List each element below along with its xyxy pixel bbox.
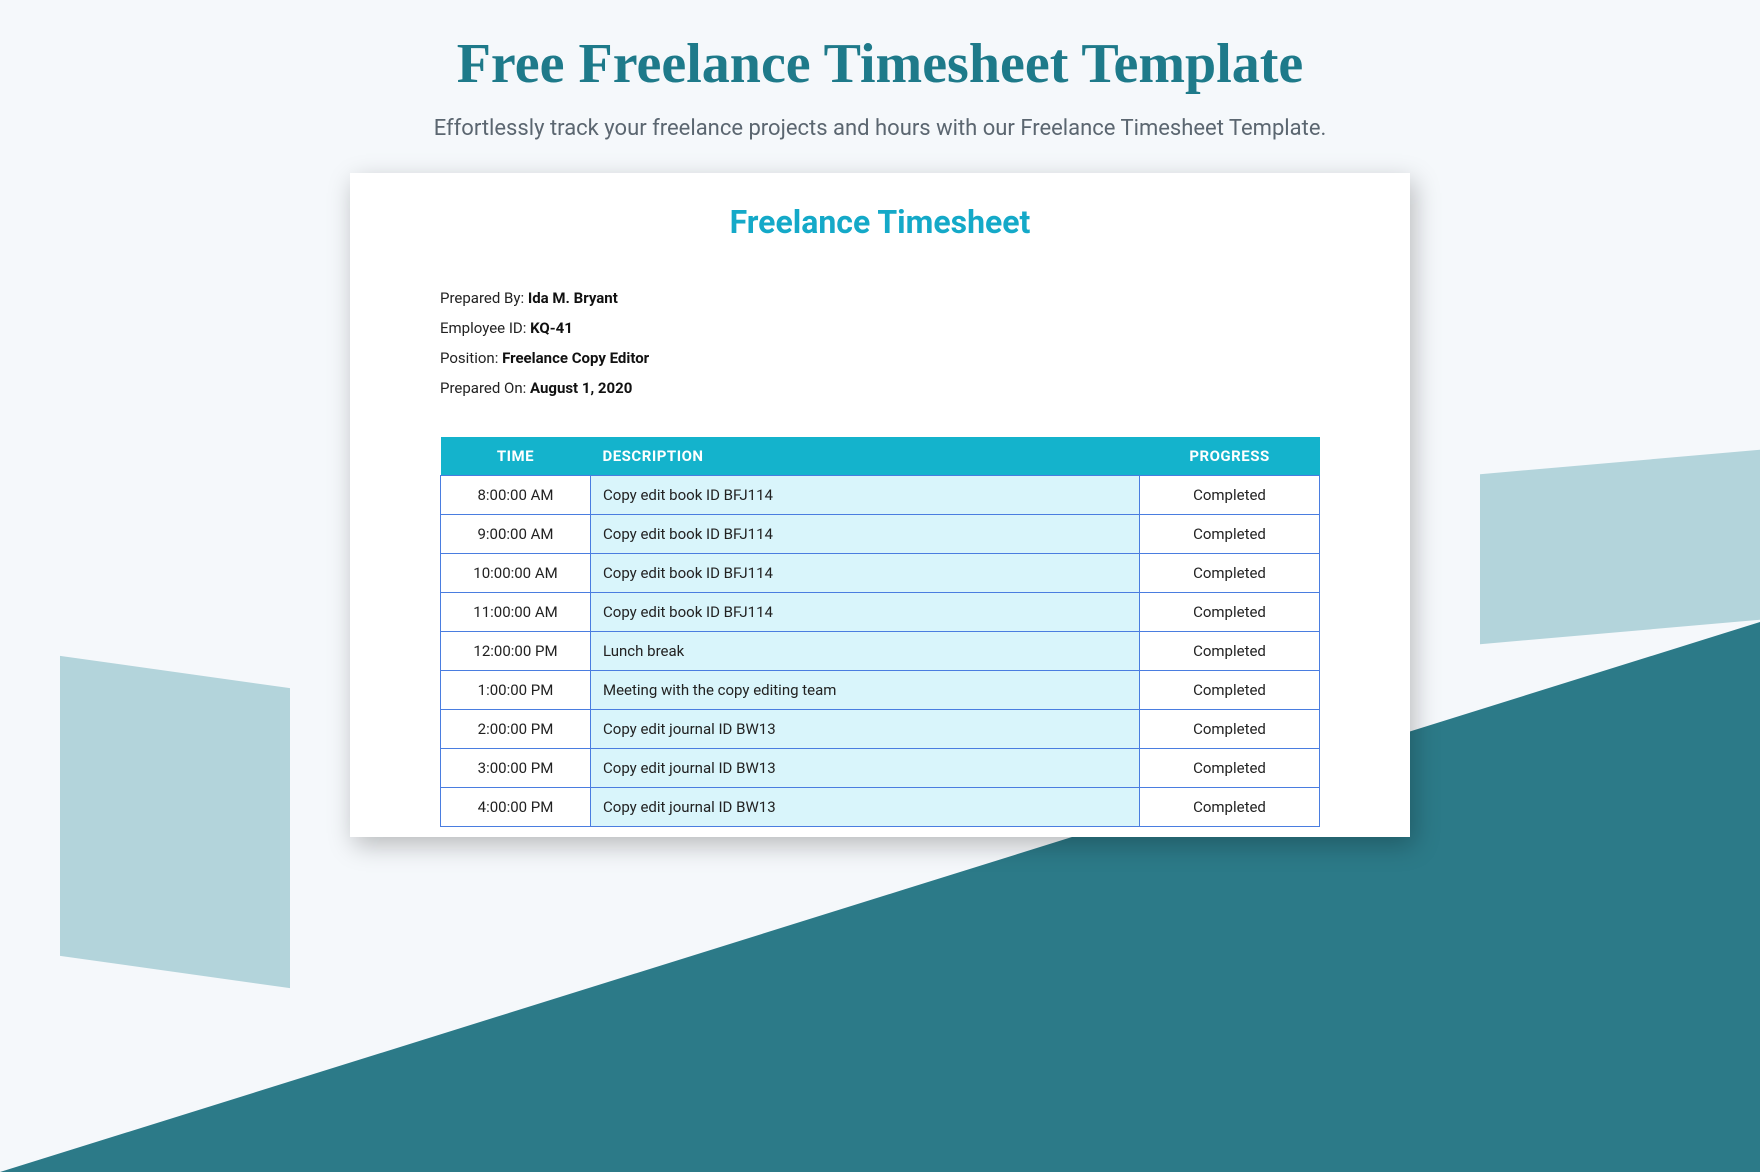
cell-progress: Completed	[1140, 632, 1320, 671]
meta-prepared-on: Prepared On: August 1, 2020	[440, 379, 1320, 397]
table-row: 10:00:00 AMCopy edit book ID BFJ114Compl…	[441, 554, 1320, 593]
cell-time: 12:00:00 PM	[441, 632, 591, 671]
cell-description: Copy edit journal ID BW13	[591, 788, 1140, 827]
cell-time: 3:00:00 PM	[441, 749, 591, 788]
table-row: 2:00:00 PMCopy edit journal ID BW13Compl…	[441, 710, 1320, 749]
meta-prepared-on-value: August 1, 2020	[530, 379, 632, 397]
table-row: 8:00:00 AMCopy edit book ID BFJ114Comple…	[441, 476, 1320, 515]
page-title: Free Freelance Timesheet Template	[0, 32, 1760, 96]
meta-prepared-by: Prepared By: Ida M. Bryant	[440, 289, 1320, 307]
table-row: 3:00:00 PMCopy edit journal ID BW13Compl…	[441, 749, 1320, 788]
meta-position-value: Freelance Copy Editor	[502, 349, 649, 367]
cell-progress: Completed	[1140, 593, 1320, 632]
bg-shape-light-right	[1480, 450, 1760, 644]
cell-time: 9:00:00 AM	[441, 515, 591, 554]
cell-description: Meeting with the copy editing team	[591, 671, 1140, 710]
meta-employee-id: Employee ID: KQ-41	[440, 319, 1320, 337]
cell-time: 4:00:00 PM	[441, 788, 591, 827]
cell-progress: Completed	[1140, 788, 1320, 827]
cell-description: Copy edit book ID BFJ114	[591, 593, 1140, 632]
cell-time: 11:00:00 AM	[441, 593, 591, 632]
meta-position-label: Position:	[440, 349, 502, 367]
meta-prepared-on-label: Prepared On:	[440, 379, 530, 397]
meta-employee-id-value: KQ-41	[530, 319, 573, 337]
document-meta: Prepared By: Ida M. Bryant Employee ID: …	[440, 289, 1320, 397]
col-header-time: TIME	[441, 437, 591, 476]
table-row: 1:00:00 PMMeeting with the copy editing …	[441, 671, 1320, 710]
cell-description: Copy edit journal ID BW13	[591, 710, 1140, 749]
col-header-description: DESCRIPTION	[591, 437, 1140, 476]
cell-description: Copy edit book ID BFJ114	[591, 476, 1140, 515]
cell-progress: Completed	[1140, 749, 1320, 788]
cell-time: 8:00:00 AM	[441, 476, 591, 515]
meta-prepared-by-label: Prepared By:	[440, 289, 528, 307]
timesheet-table: TIME DESCRIPTION PROGRESS 8:00:00 AMCopy…	[440, 437, 1320, 827]
table-row: 9:00:00 AMCopy edit book ID BFJ114Comple…	[441, 515, 1320, 554]
cell-progress: Completed	[1140, 515, 1320, 554]
table-row: 11:00:00 AMCopy edit book ID BFJ114Compl…	[441, 593, 1320, 632]
table-header-row: TIME DESCRIPTION PROGRESS	[441, 437, 1320, 476]
cell-progress: Completed	[1140, 554, 1320, 593]
document-title: Freelance Timesheet	[440, 203, 1320, 241]
cell-description: Copy edit book ID BFJ114	[591, 554, 1140, 593]
meta-employee-id-label: Employee ID:	[440, 319, 530, 337]
cell-description: Copy edit book ID BFJ114	[591, 515, 1140, 554]
cell-time: 2:00:00 PM	[441, 710, 591, 749]
table-row: 4:00:00 PMCopy edit journal ID BW13Compl…	[441, 788, 1320, 827]
cell-time: 10:00:00 AM	[441, 554, 591, 593]
meta-prepared-by-value: Ida M. Bryant	[528, 289, 618, 307]
page-subtitle: Effortlessly track your freelance projec…	[0, 116, 1760, 141]
cell-progress: Completed	[1140, 710, 1320, 749]
cell-description: Copy edit journal ID BW13	[591, 749, 1140, 788]
cell-description: Lunch break	[591, 632, 1140, 671]
col-header-progress: PROGRESS	[1140, 437, 1320, 476]
table-row: 12:00:00 PMLunch breakCompleted	[441, 632, 1320, 671]
cell-progress: Completed	[1140, 476, 1320, 515]
meta-position: Position: Freelance Copy Editor	[440, 349, 1320, 367]
document-preview: Freelance Timesheet Prepared By: Ida M. …	[350, 173, 1410, 837]
bg-shape-light-left	[60, 656, 290, 988]
cell-time: 1:00:00 PM	[441, 671, 591, 710]
cell-progress: Completed	[1140, 671, 1320, 710]
